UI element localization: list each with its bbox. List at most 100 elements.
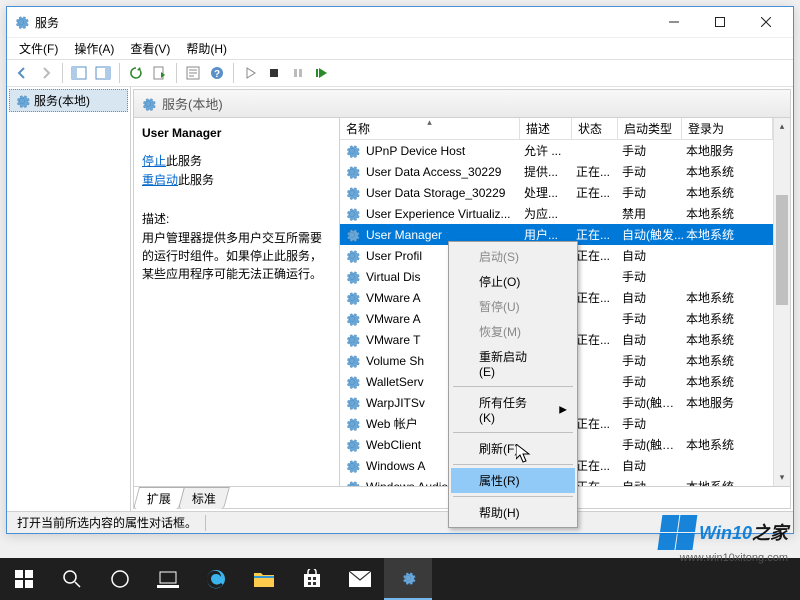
cell-startup: 手动 <box>618 142 682 159</box>
menu-separator <box>453 496 573 497</box>
tree-node-services-local[interactable]: 服务(本地) <box>9 89 128 112</box>
menu-file[interactable]: 文件(F) <box>11 38 66 59</box>
properties-button[interactable] <box>182 62 204 84</box>
detail-links: 停止此服务 重启动此服务 <box>142 152 331 190</box>
menu-item: 暂停(U) <box>451 294 575 319</box>
close-button[interactable] <box>743 7 789 37</box>
service-row[interactable]: User Experience Virtualiz... 为应... 禁用 本地… <box>340 203 773 224</box>
refresh-button[interactable] <box>125 62 147 84</box>
context-menu[interactable]: 启动(S)停止(O)暂停(U)恢复(M)重新启动(E)所有任务(K)▶刷新(F)… <box>448 241 578 528</box>
restart-link[interactable]: 重启动 <box>142 173 178 187</box>
forward-button[interactable] <box>35 62 57 84</box>
cell-startup: 手动 <box>618 373 682 390</box>
menu-item[interactable]: 所有任务(K)▶ <box>451 390 575 429</box>
restart-service-button[interactable] <box>311 62 333 84</box>
gear-icon <box>140 96 156 112</box>
col-desc[interactable]: 描述 <box>520 118 572 139</box>
pause-service-button[interactable] <box>287 62 309 84</box>
menu-help[interactable]: 帮助(H) <box>178 38 235 59</box>
cell-startup: 手动 <box>618 268 682 285</box>
separator <box>62 63 63 83</box>
gear-icon <box>344 374 360 390</box>
gear-icon <box>344 290 360 306</box>
scroll-up-button[interactable]: ▴ <box>774 118 790 135</box>
menu-item[interactable]: 停止(O) <box>451 269 575 294</box>
separator <box>233 63 234 83</box>
edge-button[interactable] <box>192 558 240 600</box>
scroll-track[interactable] <box>774 135 790 469</box>
tab-extended[interactable]: 扩展 <box>133 487 185 509</box>
store-button[interactable] <box>288 558 336 600</box>
menu-separator <box>453 432 573 433</box>
separator <box>119 63 120 83</box>
separator <box>176 63 177 83</box>
menu-item[interactable]: 属性(R) <box>451 468 575 493</box>
menu-item[interactable]: 重新启动(E) <box>451 344 575 383</box>
back-button[interactable] <box>11 62 33 84</box>
show-hide-button[interactable] <box>68 62 90 84</box>
start-service-button[interactable] <box>239 62 261 84</box>
gear-icon <box>344 311 360 327</box>
tree-pane[interactable]: 服务(本地) <box>7 87 131 511</box>
search-button[interactable] <box>48 558 96 600</box>
cell-logon: 本地系统 <box>682 478 773 486</box>
scrollbar[interactable]: ▴ ▾ <box>773 118 790 486</box>
menu-item[interactable]: 刷新(F) <box>451 436 575 461</box>
menu-view[interactable]: 查看(V) <box>122 38 178 59</box>
services-taskbar-button[interactable] <box>384 558 432 600</box>
export-button[interactable] <box>149 62 171 84</box>
watermark-url: www.win10xitong.com <box>680 552 788 564</box>
explorer-button[interactable] <box>240 558 288 600</box>
scroll-down-button[interactable]: ▾ <box>774 469 790 486</box>
cell-status: 正在... <box>572 478 618 486</box>
cell-status: 正在... <box>572 457 618 474</box>
cell-name: User Experience Virtualiz... <box>362 207 520 221</box>
cell-name: User Data Storage_30229 <box>362 186 520 200</box>
menu-item[interactable]: 帮助(H) <box>451 500 575 525</box>
menu-separator <box>453 386 573 387</box>
menu-item: 恢复(M) <box>451 319 575 344</box>
tab-standard[interactable]: 标准 <box>178 487 230 509</box>
stop-service-button[interactable] <box>263 62 285 84</box>
cell-status: 正在... <box>572 226 618 243</box>
mail-button[interactable] <box>336 558 384 600</box>
details-button[interactable] <box>92 62 114 84</box>
desc-text: 用户管理器提供多用户交互所需要的运行时组件。如果停止此服务，某些应用程序可能无法… <box>142 229 331 283</box>
minimize-button[interactable] <box>651 7 697 37</box>
cell-status: 正在... <box>572 163 618 180</box>
cell-startup: 手动(触发... <box>618 436 682 453</box>
gear-icon <box>344 458 360 474</box>
stop-link[interactable]: 停止 <box>142 154 166 168</box>
help-button[interactable]: ? <box>206 62 228 84</box>
windows-logo-icon <box>657 514 698 550</box>
cell-desc: 处理... <box>520 184 572 201</box>
service-row[interactable]: User Data Access_30229 提供... 正在... 手动 本地… <box>340 161 773 182</box>
panel-title: 服务(本地) <box>162 94 223 113</box>
cortana-button[interactable] <box>96 558 144 600</box>
maximize-button[interactable] <box>697 7 743 37</box>
col-name[interactable]: 名称▴ <box>340 118 520 139</box>
cell-name: User Manager <box>362 228 520 242</box>
titlebar[interactable]: 服务 <box>7 7 793 37</box>
watermark: Win10之家 www.win10xitong.com <box>659 514 788 550</box>
task-view-button[interactable] <box>144 558 192 600</box>
cell-startup: 自动 <box>618 331 682 348</box>
stop-suffix: 此服务 <box>166 154 202 168</box>
taskbar[interactable] <box>0 558 800 600</box>
list-header: 名称▴ 描述 状态 启动类型 登录为 <box>340 118 773 140</box>
restart-suffix: 此服务 <box>178 173 214 187</box>
gear-icon <box>344 332 360 348</box>
menu-action[interactable]: 操作(A) <box>66 38 122 59</box>
col-status[interactable]: 状态 <box>572 118 618 139</box>
cell-logon: 本地系统 <box>682 184 773 201</box>
col-logon[interactable]: 登录为 <box>682 118 773 139</box>
col-startup[interactable]: 启动类型 <box>618 118 682 139</box>
start-button[interactable] <box>0 558 48 600</box>
gear-icon <box>344 479 360 487</box>
service-row[interactable]: UPnP Device Host 允许 ... 手动 本地服务 <box>340 140 773 161</box>
scroll-thumb[interactable] <box>776 195 788 305</box>
cell-logon: 本地系统 <box>682 226 773 243</box>
status-text: 打开当前所选内容的属性对话框。 <box>13 514 201 531</box>
service-row[interactable]: User Data Storage_30229 处理... 正在... 手动 本… <box>340 182 773 203</box>
cell-startup: 自动 <box>618 247 682 264</box>
